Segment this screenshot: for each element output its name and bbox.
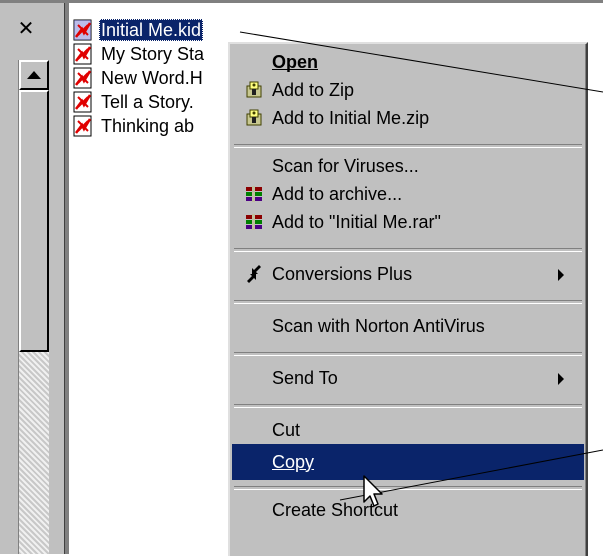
submenu-arrow-icon	[558, 373, 564, 385]
winrar-icon	[246, 186, 262, 202]
menu-item-label: Add to archive...	[272, 183, 403, 204]
scroll-up-button[interactable]	[19, 60, 49, 90]
menu-item-create-shortcut[interactable]: Create Shortcut	[230, 492, 586, 528]
menu-item-label: Copy	[272, 451, 315, 472]
menu-item-add-to-named-zip[interactable]: Add to Initial Me.zip	[230, 100, 586, 136]
file-item-thinking-about[interactable]: Thinking ab	[72, 114, 206, 138]
window-top-border	[0, 0, 603, 3]
menu-separator	[234, 486, 582, 490]
file-name: Thinking ab	[101, 116, 195, 136]
scroll-thumb[interactable]	[19, 90, 49, 352]
menu-item-conversions-plus[interactable]: Conversions Plus	[230, 256, 586, 292]
menu-item-label: Add to Initial Me.zip	[272, 107, 430, 128]
file-item-my-story[interactable]: My Story Sta	[72, 42, 206, 66]
menu-item-norton-antivirus[interactable]: Scan with Norton AntiVirus	[230, 308, 586, 344]
menu-item-cut[interactable]: Cut	[230, 412, 586, 448]
conversions-arrow-icon	[247, 265, 261, 283]
menu-item-send-to[interactable]: Send To	[230, 360, 586, 396]
context-menu: Open Add to Zip Add to Initial Me.zip Sc…	[228, 42, 588, 556]
winrar-icon	[246, 214, 262, 230]
menu-item-label: Send To	[272, 367, 338, 388]
arrow-up-icon	[27, 71, 41, 79]
submenu-arrow-icon	[558, 269, 564, 281]
file-item-new-word[interactable]: New Word.H	[72, 66, 206, 90]
kidpix-document-icon	[73, 91, 92, 113]
menu-item-label: Scan for Viruses...	[272, 155, 419, 176]
menu-separator	[234, 404, 582, 408]
mouse-pointer-icon	[363, 475, 383, 507]
menu-item-add-to-named-rar[interactable]: Add to "Initial Me.rar"	[230, 204, 586, 240]
menu-item-label: Scan with Norton AntiVirus	[272, 315, 485, 336]
winzip-icon	[246, 109, 262, 126]
kidpix-document-icon	[73, 67, 92, 89]
close-pane-button[interactable]: ✕	[4, 13, 48, 43]
menu-item-label: Conversions Plus	[272, 263, 413, 284]
file-name: My Story Sta	[101, 44, 205, 64]
file-name: Tell a Story.	[101, 92, 194, 112]
menu-item-label: Open	[272, 51, 319, 72]
file-list: Initial Me.kid My Story Sta New Word.H T…	[72, 18, 206, 138]
menu-separator	[234, 248, 582, 252]
pane-divider[interactable]	[64, 3, 69, 554]
winzip-icon	[246, 81, 262, 98]
menu-item-copy[interactable]: Copy	[232, 444, 584, 480]
menu-separator	[234, 300, 582, 304]
kidpix-document-icon	[73, 19, 92, 41]
menu-separator	[234, 352, 582, 356]
menu-item-label: Add to Zip	[272, 79, 355, 100]
file-item-initial-me[interactable]: Initial Me.kid	[72, 18, 206, 42]
vertical-scrollbar[interactable]	[18, 60, 49, 554]
file-item-tell-a-story[interactable]: Tell a Story.	[72, 90, 206, 114]
kidpix-document-icon	[73, 115, 92, 137]
kidpix-document-icon	[73, 43, 92, 65]
menu-item-label: Cut	[272, 419, 301, 440]
file-name: New Word.H	[101, 68, 203, 88]
close-icon: ✕	[17, 16, 35, 40]
folder-pane-edge: ✕	[0, 3, 64, 554]
menu-item-label: Add to "Initial Me.rar"	[272, 211, 441, 232]
file-name: Initial Me.kid	[99, 19, 204, 41]
